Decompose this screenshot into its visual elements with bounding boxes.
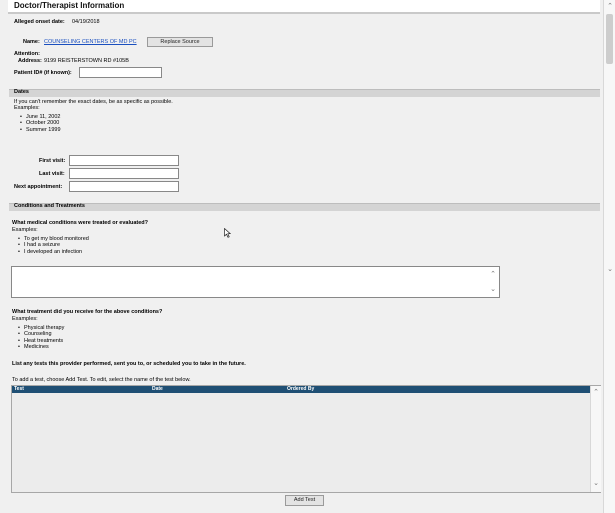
address-value: 9199 REISTERSTOWN RD #105B xyxy=(44,58,129,64)
page-scroll-thumb[interactable] xyxy=(606,14,613,64)
name-label: Name: xyxy=(23,39,40,45)
first-visit-label: First visit: xyxy=(39,158,66,164)
mouse-pointer-icon xyxy=(224,228,231,238)
attention-label: Attention: xyxy=(14,51,40,57)
conditions-question: What medical conditions were treated or … xyxy=(12,220,149,226)
list-item: Medicines xyxy=(12,344,64,351)
next-appointment-label: Next appointment: xyxy=(14,184,63,190)
replace-source-button[interactable]: Replace Source xyxy=(147,37,213,47)
page-title: Doctor/Therapist Information xyxy=(14,1,125,10)
dates-section-title: Dates xyxy=(14,89,29,95)
conditions-examples-list: To get my blood monitored I had a seizur… xyxy=(12,236,89,255)
patient-id-input[interactable] xyxy=(79,67,162,78)
textarea-scroll-down-icon[interactable]: ⌄ xyxy=(489,286,497,293)
conditions-examples-label: Examples: xyxy=(12,227,38,233)
conditions-section-title: Conditions and Treatments xyxy=(14,203,85,209)
treatment-examples-list: Physical therapy Counseling Heat treatme… xyxy=(12,325,64,350)
address-label: Address: xyxy=(18,58,42,64)
patient-id-label: Patient ID# (if known): xyxy=(14,70,72,76)
tests-grid[interactable]: Test Date Ordered By ⌃ ⌄ xyxy=(11,385,601,493)
page-scroll-up-icon[interactable]: ⌃ xyxy=(606,3,614,10)
tests-instruction: To add a test, choose Add Test. To edit,… xyxy=(12,377,191,383)
column-header-date[interactable]: Date xyxy=(152,386,163,393)
list-item: I developed an infection xyxy=(12,249,89,256)
treatment-question: What treatment did you receive for the a… xyxy=(12,309,163,315)
dates-examples-label: Examples: xyxy=(14,105,40,111)
tests-heading: List any tests this provider performed, … xyxy=(12,361,246,367)
tests-grid-scrollbar[interactable]: ⌃ ⌄ xyxy=(590,386,601,492)
grid-scroll-down-icon[interactable]: ⌄ xyxy=(592,480,600,487)
dates-section-bar xyxy=(9,89,600,97)
conditions-section-bar xyxy=(9,203,600,211)
first-visit-input[interactable] xyxy=(69,155,179,166)
grid-scroll-up-icon[interactable]: ⌃ xyxy=(592,389,600,396)
page-scroll-down-icon[interactable]: ⌄ xyxy=(606,266,614,273)
provider-name-link[interactable]: COUNSELING CENTERS OF MD PC xyxy=(44,39,137,45)
last-visit-input[interactable] xyxy=(69,168,179,179)
onset-label: Alleged onset date: xyxy=(14,19,65,25)
page-scrollbar[interactable]: ⌃ ⌄ xyxy=(603,0,615,513)
onset-value: 04/19/2018 xyxy=(72,19,100,25)
conditions-textarea[interactable] xyxy=(11,266,500,298)
next-appointment-input[interactable] xyxy=(69,181,179,192)
add-test-button[interactable]: Add Test xyxy=(285,495,324,506)
list-item: Summer 1999 xyxy=(14,127,61,134)
column-header-test[interactable]: Test xyxy=(14,386,24,393)
column-header-ordered-by[interactable]: Ordered By xyxy=(287,386,314,393)
tests-grid-header: Test Date Ordered By xyxy=(12,386,590,393)
last-visit-label: Last visit: xyxy=(39,171,65,177)
textarea-scroll-up-icon[interactable]: ⌃ xyxy=(489,271,497,278)
treatment-examples-label: Examples: xyxy=(12,316,38,322)
dates-examples-list: June 11, 2002 October 2000 Summer 1999 xyxy=(14,114,61,133)
